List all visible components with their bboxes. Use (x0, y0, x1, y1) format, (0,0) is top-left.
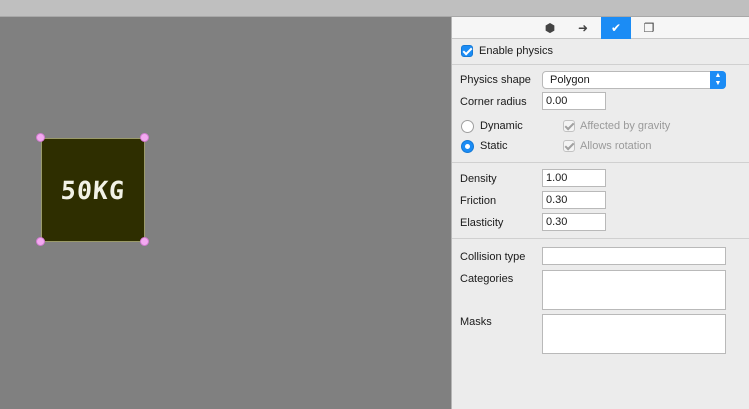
node-icon: ⬢ (544, 21, 556, 35)
categories-field[interactable] (542, 270, 726, 310)
enable-physics-checkbox[interactable] (461, 45, 473, 57)
tab-node[interactable]: ⬢ (535, 17, 565, 39)
elasticity-label: Elasticity (460, 217, 504, 229)
tab-actions[interactable]: ➜ (568, 17, 598, 39)
divider (452, 238, 749, 239)
friction-field[interactable]: 0.30 (542, 191, 606, 209)
density-label: Density (460, 173, 497, 185)
arrow-right-circle-icon: ➜ (577, 21, 589, 35)
affected-by-gravity-checkbox[interactable] (563, 120, 575, 132)
divider (452, 64, 749, 65)
physics-icon: ✔ (610, 21, 622, 35)
chevron-up-down-icon: ▲ ▼ (710, 71, 726, 89)
enable-physics-label: Enable physics (479, 45, 553, 57)
resize-handle-top-left[interactable] (36, 133, 45, 142)
sprite-label: 50KG (59, 175, 127, 205)
categories-label: Categories (460, 273, 514, 285)
masks-label: Masks (460, 316, 492, 328)
static-radio[interactable] (461, 140, 474, 153)
friction-label: Friction (460, 195, 497, 207)
tab-physics[interactable]: ✔ (601, 17, 631, 39)
dynamic-label: Dynamic (480, 120, 523, 132)
physics-shape-value: Polygon (550, 74, 590, 86)
tab-layers[interactable]: ❐ (634, 17, 664, 39)
layers-icon: ❐ (643, 21, 655, 35)
inspector-tabs: ⬢ ➜ ✔ ❐ (452, 17, 749, 39)
dynamic-radio[interactable] (461, 120, 474, 133)
elasticity-field[interactable]: 0.30 (542, 213, 606, 231)
static-label: Static (480, 140, 508, 152)
physics-shape-label: Physics shape (460, 74, 531, 86)
affected-by-gravity-label: Affected by gravity (580, 120, 671, 132)
physics-shape-select[interactable]: Polygon ▲ ▼ (542, 71, 726, 89)
selected-sprite[interactable]: 50KG (41, 138, 145, 242)
collision-type-label: Collision type (460, 251, 526, 263)
masks-field[interactable] (542, 314, 726, 354)
resize-handle-top-right[interactable] (140, 133, 149, 142)
corner-radius-label: Corner radius (460, 96, 527, 108)
corner-radius-field[interactable]: 0.00 (542, 92, 606, 110)
inspector-panel: ⬢ ➜ ✔ ❐ Enable physics Physics shape Pol… (451, 17, 749, 409)
window-top-bar (0, 0, 749, 17)
density-field[interactable]: 1.00 (542, 169, 606, 187)
resize-handle-bottom-right[interactable] (140, 237, 149, 246)
allows-rotation-checkbox[interactable] (563, 140, 575, 152)
collision-type-field[interactable] (542, 247, 726, 265)
divider (452, 162, 749, 163)
allows-rotation-label: Allows rotation (580, 140, 652, 152)
resize-handle-bottom-left[interactable] (36, 237, 45, 246)
